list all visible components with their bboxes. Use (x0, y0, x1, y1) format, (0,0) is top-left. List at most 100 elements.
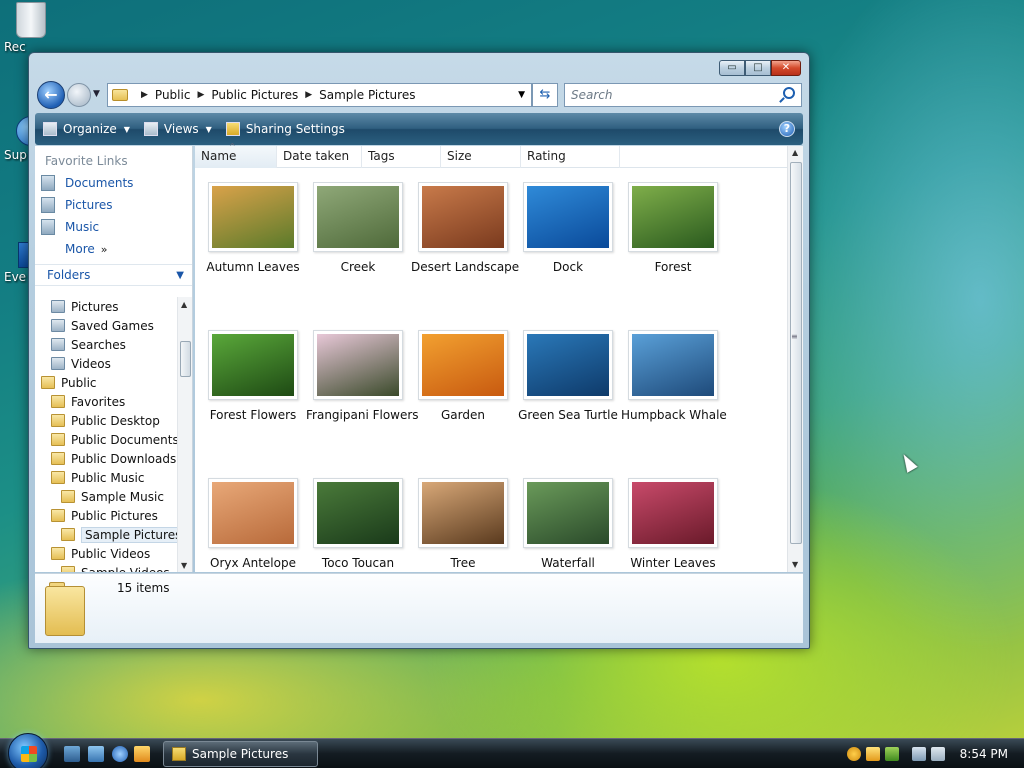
search-input[interactable]: Search (564, 83, 802, 107)
address-dropdown-icon[interactable]: ▼ (518, 90, 525, 100)
scroll-down-icon[interactable]: ▼ (792, 560, 798, 569)
folder-tree-item[interactable]: Favorites (35, 392, 177, 411)
recycle-bin-icon (16, 2, 46, 38)
picture-item[interactable]: Tree (411, 478, 515, 570)
picture-thumbnail[interactable] (523, 182, 613, 252)
picture-item[interactable]: Oryx Antelope (201, 478, 305, 570)
sharing-settings-button[interactable]: Sharing Settings (225, 122, 345, 136)
folder-tree-item[interactable]: Saved Games (35, 316, 177, 335)
picture-thumbnail[interactable] (208, 330, 298, 400)
picture-item[interactable]: Waterfall (516, 478, 620, 570)
folder-tree-scrollbar[interactable]: ▲ ▼ (177, 297, 192, 572)
folder-tree-item[interactable]: Public Pictures (35, 506, 177, 525)
breadcrumb-arrow-icon[interactable]: ▶ (197, 90, 204, 100)
scroll-down-icon[interactable]: ▼ (181, 561, 187, 570)
organize-button[interactable]: Organize ▼ (43, 122, 130, 136)
picture-item[interactable]: Forest (621, 182, 725, 274)
help-icon[interactable]: ? (779, 121, 795, 137)
picture-thumbnail[interactable] (418, 330, 508, 400)
picture-item[interactable]: Desert Landscape (411, 182, 519, 274)
network-icon[interactable] (911, 747, 926, 761)
picture-thumbnail[interactable] (523, 330, 613, 400)
picture-item[interactable]: Garden (411, 330, 515, 422)
folder-tree-item[interactable]: Public Documents (35, 430, 177, 449)
scrollbar-thumb[interactable] (790, 162, 802, 544)
minimize-button[interactable]: ▭ (719, 60, 745, 76)
clock[interactable]: 8:54 PM (960, 747, 1008, 761)
picture-item[interactable]: Green Sea Turtle (516, 330, 620, 422)
picture-thumbnail[interactable] (313, 182, 403, 252)
picture-thumbnail[interactable] (313, 478, 403, 548)
breadcrumb-sample-pictures[interactable]: Sample Pictures (319, 88, 415, 102)
taskbar-button-sample-pictures[interactable]: Sample Pictures (163, 741, 318, 767)
forward-button[interactable] (67, 83, 91, 107)
close-button[interactable]: ✕ (771, 60, 801, 76)
column-header-rating[interactable]: Rating (521, 146, 620, 168)
favorite-link-music[interactable]: Music (35, 216, 192, 238)
folder-tree-item[interactable]: Sample Pictures (35, 525, 177, 544)
picture-thumbnail[interactable] (418, 478, 508, 548)
picture-thumbnail[interactable] (418, 182, 508, 252)
start-button[interactable] (8, 733, 48, 768)
folder-tree-item[interactable]: Searches (35, 335, 177, 354)
picture-item[interactable]: Toco Toucan (306, 478, 410, 570)
more-links-button[interactable]: More » (35, 238, 192, 260)
column-header-tags[interactable]: Tags (362, 146, 441, 168)
folder-tree-item[interactable]: Public (35, 373, 177, 392)
breadcrumb-public-pictures[interactable]: Public Pictures (211, 88, 298, 102)
show-desktop-icon[interactable] (64, 746, 80, 762)
switch-windows-icon[interactable] (88, 746, 104, 762)
picture-item[interactable]: Frangipani Flowers (306, 330, 419, 422)
security-shield-icon[interactable] (865, 747, 880, 761)
internet-explorer-icon[interactable] (112, 746, 128, 762)
volume-muted-icon[interactable] (930, 747, 945, 761)
picture-thumbnail[interactable] (313, 330, 403, 400)
search-icon[interactable] (783, 87, 795, 99)
folder-tree-item[interactable]: Public Videos (35, 544, 177, 563)
breadcrumb-arrow-icon[interactable]: ▶ (305, 90, 312, 100)
file-list-scrollbar[interactable]: ▲ ≡ ▼ (787, 146, 803, 572)
picture-item[interactable]: Humpback Whale (621, 330, 727, 422)
picture-item[interactable]: Autumn Leaves (201, 182, 305, 274)
views-button[interactable]: Views ▼ (143, 122, 212, 136)
breadcrumb-public[interactable]: Public (155, 88, 191, 102)
windows-update-icon[interactable] (884, 747, 899, 761)
search-tray-icon[interactable] (846, 747, 861, 761)
folder-tree-item[interactable]: Sample Music (35, 487, 177, 506)
picture-item[interactable]: Dock (516, 182, 620, 274)
maximize-button[interactable]: □ (745, 60, 771, 76)
picture-thumbnail[interactable] (628, 330, 718, 400)
scroll-up-icon[interactable]: ▲ (181, 300, 187, 309)
column-header-name[interactable]: ^ Name (195, 142, 277, 168)
picture-item[interactable]: Winter Leaves (621, 478, 725, 570)
folder-tree-item[interactable]: Public Downloads (35, 449, 177, 468)
column-header-date-taken[interactable]: Date taken (277, 146, 362, 168)
folder-tree-item[interactable]: Videos (35, 354, 177, 373)
picture-thumbnail[interactable] (523, 478, 613, 548)
folder-tree-item[interactable]: Public Desktop (35, 411, 177, 430)
address-bar[interactable]: ▶ Public ▶ Public Pictures ▶ Sample Pict… (107, 83, 532, 107)
column-header-size[interactable]: Size (441, 146, 521, 168)
recent-pages-dropdown[interactable]: ▼ (93, 89, 100, 99)
scrollbar-thumb[interactable] (180, 341, 191, 377)
picture-item[interactable]: Forest Flowers (201, 330, 305, 422)
back-button[interactable]: ← (37, 81, 65, 109)
scroll-up-icon[interactable]: ▲ (792, 148, 798, 157)
folder-tree-item[interactable]: Pictures (35, 297, 177, 316)
refresh-button[interactable]: ⇆ (532, 83, 558, 107)
sharing-icon (225, 122, 240, 136)
breadcrumb-arrow-icon[interactable]: ▶ (141, 90, 148, 100)
favorite-link-documents[interactable]: Documents (35, 172, 192, 194)
picture-thumbnail[interactable] (208, 478, 298, 548)
picture-thumbnail[interactable] (208, 182, 298, 252)
picture-thumbnail[interactable] (628, 182, 718, 252)
folder-tree-item[interactable]: Sample Videos (35, 563, 177, 572)
picture-thumbnail-image (212, 482, 294, 544)
media-player-icon[interactable] (134, 746, 150, 762)
picture-item[interactable]: Creek (306, 182, 410, 274)
favorite-link-pictures[interactable]: Pictures (35, 194, 192, 216)
folders-header[interactable]: Folders ▼ (35, 264, 192, 286)
desktop-icon-recycle-bin[interactable]: Rec (4, 2, 46, 54)
folder-tree-item[interactable]: Public Music (35, 468, 177, 487)
picture-thumbnail[interactable] (628, 478, 718, 548)
